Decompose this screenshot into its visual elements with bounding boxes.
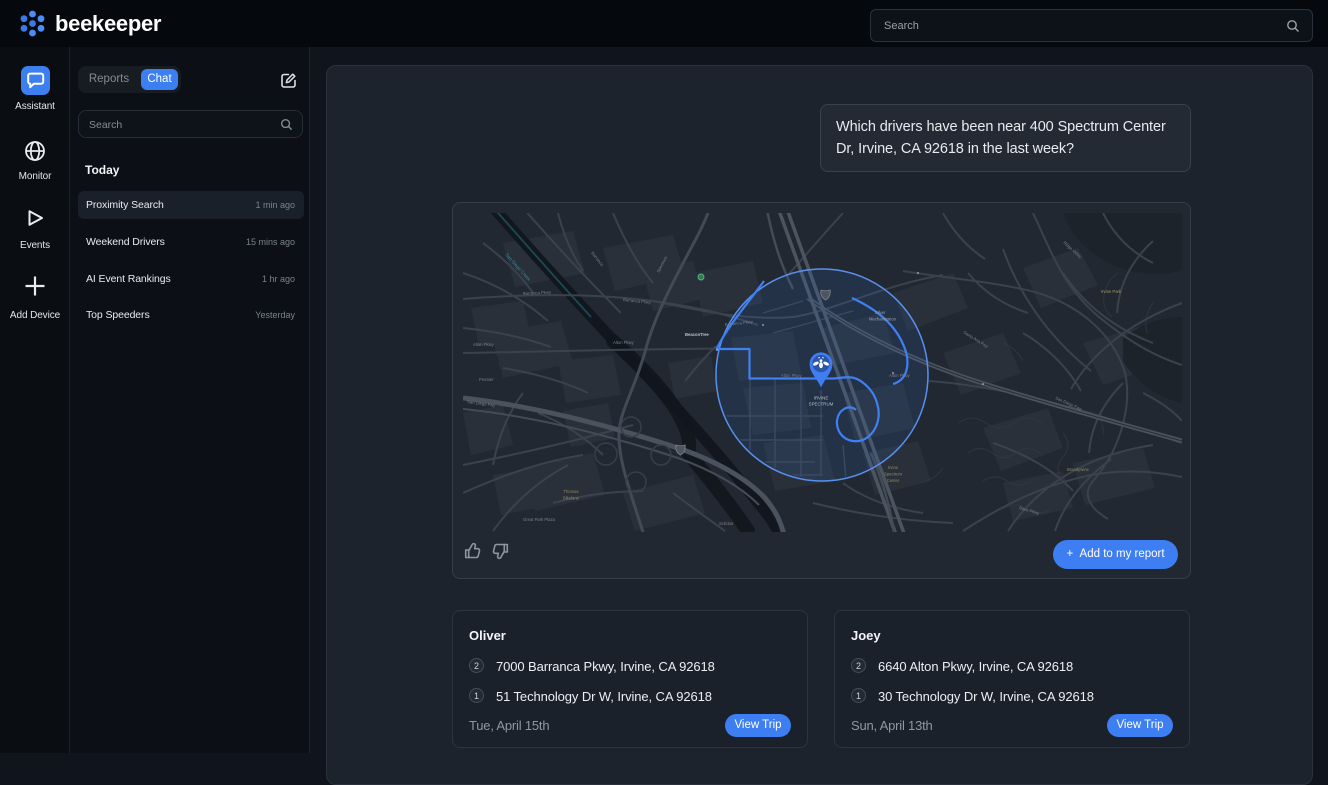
svg-text:BeaconTree: BeaconTree [685,332,709,337]
svg-text:Brandywine: Brandywine [1067,467,1090,472]
svg-text:Mechanization: Mechanization [869,317,897,322]
svg-text:SPECTRUM: SPECTRUM [809,402,834,407]
svg-text:Center: Center [887,478,900,483]
svg-text:Great Park Plaza: Great Park Plaza [523,517,556,522]
svg-text:Thomas: Thomas [563,489,578,494]
svg-text:Silver: Silver [875,310,886,315]
svg-text:Irvine Park: Irvine Park [1101,289,1122,294]
svg-text:Spectrum: Spectrum [884,472,902,477]
svg-text:Alton Pkwy: Alton Pkwy [781,373,803,378]
svg-text:IRVINE: IRVINE [814,396,829,401]
svg-text:Alton Pkwy: Alton Pkwy [473,342,495,347]
svg-text:Premier: Premier [479,377,494,382]
svg-text:Alton Pkwy: Alton Pkwy [613,340,635,345]
svg-text:Scholar: Scholar [719,521,734,526]
svg-text:Bikelane: Bikelane [563,496,580,501]
svg-text:Irvine: Irvine [888,465,899,470]
